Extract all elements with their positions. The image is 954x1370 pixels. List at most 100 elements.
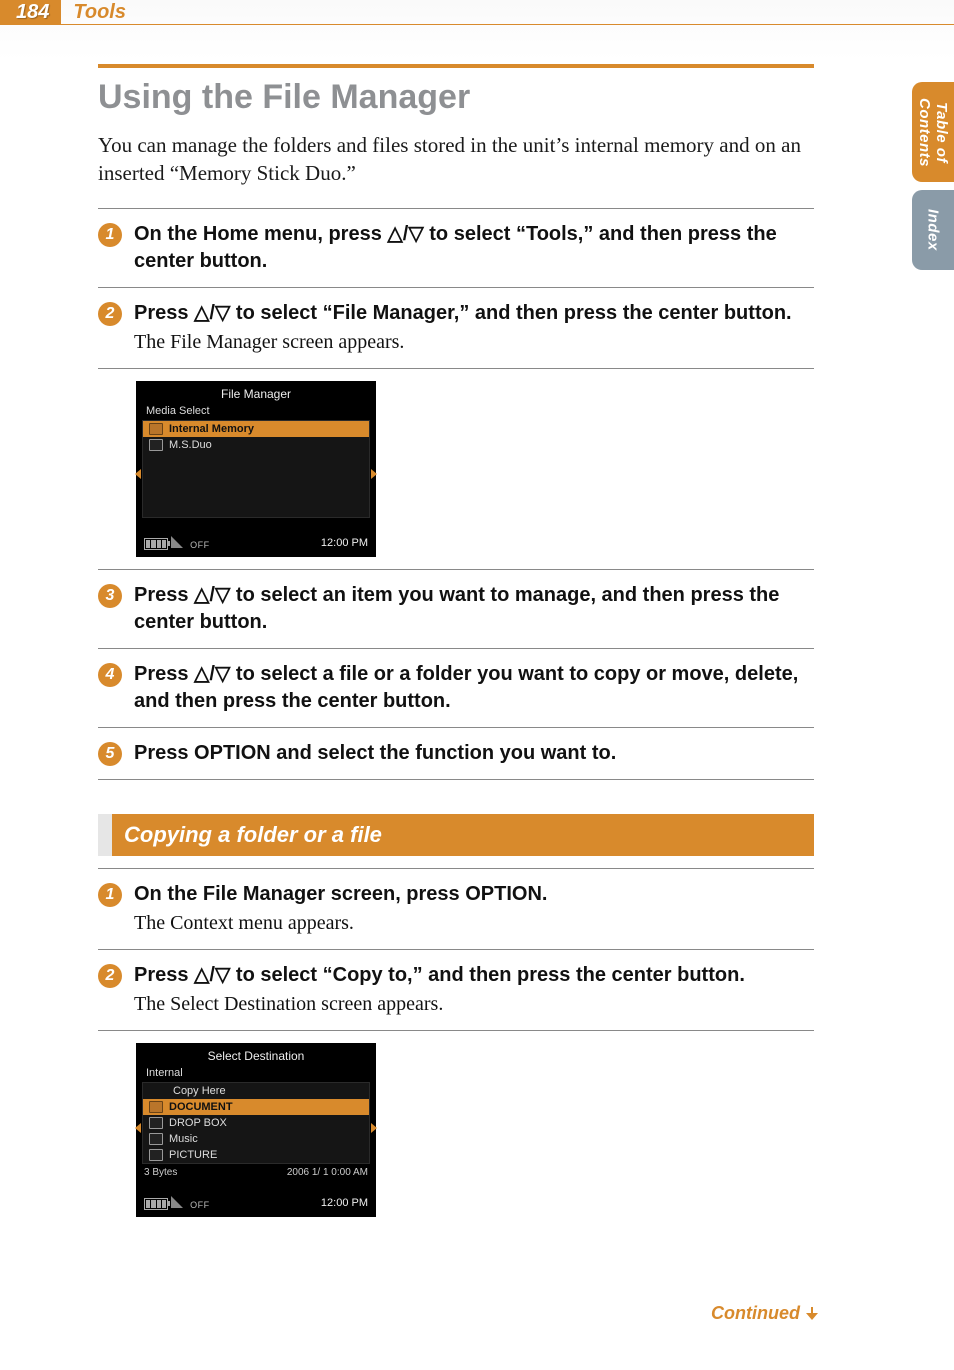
- step-number: 2: [98, 302, 122, 326]
- step-body: Press △/▽ to select a file or a folder y…: [134, 661, 814, 715]
- step-body: On the Home menu, press △/▽ to select “T…: [134, 221, 814, 275]
- folder-icon: [149, 1149, 163, 1161]
- step-number: 3: [98, 584, 122, 608]
- folder-icon: [149, 1133, 163, 1145]
- signal-off-label: OFF: [190, 1200, 210, 1210]
- divider: [98, 868, 814, 869]
- divider: [98, 1030, 814, 1031]
- folder-icon: [149, 1117, 163, 1129]
- step-instruction: Press OPTION and select the function you…: [134, 740, 814, 767]
- screen-statusbar: OFF 12:00 PM: [142, 518, 370, 553]
- tab-toc-line2: Contents: [916, 98, 933, 167]
- step-result: The Select Destination screen appears.: [134, 991, 814, 1018]
- step-instruction: Press △/▽ to select a file or a folder y…: [134, 661, 814, 715]
- step-body: Press △/▽ to select “File Manager,” and …: [134, 300, 814, 356]
- step-number: 1: [98, 223, 122, 247]
- step-number: 5: [98, 742, 122, 766]
- continued-label: Continued: [711, 1303, 800, 1324]
- list-item: Copy Here: [143, 1083, 369, 1099]
- list-item-label: Internal Memory: [169, 423, 254, 435]
- step-body: Press OPTION and select the function you…: [134, 740, 814, 767]
- clock: 12:00 PM: [321, 1197, 368, 1209]
- divider: [98, 208, 814, 209]
- clock: 12:00 PM: [321, 537, 368, 549]
- step-instruction: On the File Manager screen, press OPTION…: [134, 881, 814, 908]
- page-title: Using the File Manager: [98, 78, 814, 117]
- tab-table-of-contents[interactable]: Table of Contents: [912, 82, 954, 182]
- intro-paragraph: You can manage the folders and files sto…: [98, 131, 814, 188]
- step-instruction: Press △/▽ to select “File Manager,” and …: [134, 300, 814, 327]
- list-item-label: Copy Here: [173, 1085, 226, 1097]
- battery-icon: [144, 538, 168, 550]
- step: 2 Press △/▽ to select “Copy to,” and then…: [98, 962, 814, 1018]
- down-arrow-icon: [806, 1307, 820, 1321]
- continued-indicator: Continued: [711, 1303, 820, 1324]
- step: 1 On the Home menu, press △/▽ to select “…: [98, 221, 814, 275]
- battery-icon: [144, 1198, 168, 1210]
- running-header: 184 Tools: [0, 0, 954, 24]
- step: 4 Press △/▽ to select a file or a folder …: [98, 661, 814, 715]
- divider: [98, 779, 814, 780]
- signal-icon: [171, 1196, 183, 1208]
- title-rule: [98, 64, 814, 68]
- status-left: 3 Bytes: [144, 1167, 177, 1178]
- step: 1On the File Manager screen, press OPTIO…: [98, 881, 814, 937]
- page: 184 Tools Table of Contents Index Using …: [0, 0, 954, 1370]
- step-body: Press △/▽ to select an item you want to …: [134, 582, 814, 636]
- folder-icon: [149, 439, 163, 451]
- tab-index-label: Index: [925, 209, 942, 251]
- step-body: On the File Manager screen, press OPTION…: [134, 881, 814, 937]
- screen-subtitle: Media Select: [142, 405, 370, 420]
- right-arrow-icon: [371, 469, 377, 479]
- divider: [98, 569, 814, 570]
- list-item-label: DROP BOX: [169, 1117, 227, 1129]
- screen-list: Copy Here DOCUMENT DROP BOX Music PICTURE: [142, 1082, 370, 1164]
- list-item-label: M.S.Duo: [169, 439, 212, 451]
- list-item: DOCUMENT: [143, 1099, 369, 1115]
- side-tabs: Table of Contents Index: [912, 82, 954, 270]
- divider: [98, 727, 814, 728]
- screen-statusbar: OFF 12:00 PM: [142, 1178, 370, 1213]
- signal-icon: [171, 536, 183, 548]
- page-number: 184: [0, 0, 61, 24]
- list-item: M.S.Duo: [143, 437, 369, 453]
- divider: [98, 949, 814, 950]
- list-item: Internal Memory: [143, 421, 369, 437]
- step: 3 Press △/▽ to select an item you want to…: [98, 582, 814, 636]
- select-destination-screenshot: Select Destination Internal Copy Here DOC…: [136, 1043, 376, 1217]
- folder-icon: [149, 423, 163, 435]
- file-manager-screenshot: File Manager Media Select Internal Memor…: [136, 381, 376, 557]
- step-number: 4: [98, 663, 122, 687]
- status-right: 2006 1/ 1 0:00 AM: [287, 1167, 368, 1178]
- list-item: Music: [143, 1131, 369, 1147]
- screen-status-line: 3 Bytes 2006 1/ 1 0:00 AM: [142, 1164, 370, 1178]
- step: 5 Press OPTION and select the function yo…: [98, 740, 814, 767]
- right-arrow-icon: [371, 1123, 377, 1133]
- divider: [98, 287, 814, 288]
- step-instruction: Press △/▽ to select an item you want to …: [134, 582, 814, 636]
- screen-list: Internal Memory M.S.Duo: [142, 420, 370, 518]
- step-body: Press △/▽ to select “Copy to,” and then …: [134, 962, 814, 1018]
- list-item: DROP BOX: [143, 1115, 369, 1131]
- left-arrow-icon: [135, 469, 141, 479]
- list-item-label: Music: [169, 1133, 198, 1145]
- signal-off-label: OFF: [190, 540, 210, 550]
- list-item: PICTURE: [143, 1147, 369, 1163]
- step: 2 Press △/▽ to select “File Manager,” and…: [98, 300, 814, 356]
- step-result: The File Manager screen appears.: [134, 329, 814, 356]
- divider: [98, 648, 814, 649]
- screen-subtitle: Internal: [142, 1067, 370, 1082]
- screen-title: File Manager: [142, 385, 370, 405]
- header-rule: [0, 24, 954, 25]
- step-instruction: On the Home menu, press △/▽ to select “T…: [134, 221, 814, 275]
- list-item-label: DOCUMENT: [169, 1101, 233, 1113]
- left-arrow-icon: [135, 1123, 141, 1133]
- divider: [98, 368, 814, 369]
- header-section: Tools: [61, 0, 126, 24]
- folder-icon: [149, 1101, 163, 1113]
- screen-title: Select Destination: [142, 1047, 370, 1067]
- subsection-heading: Copying a folder or a file: [98, 814, 814, 856]
- step-number: 2: [98, 964, 122, 988]
- tab-index[interactable]: Index: [912, 190, 954, 270]
- content: Using the File Manager You can manage th…: [98, 64, 814, 1217]
